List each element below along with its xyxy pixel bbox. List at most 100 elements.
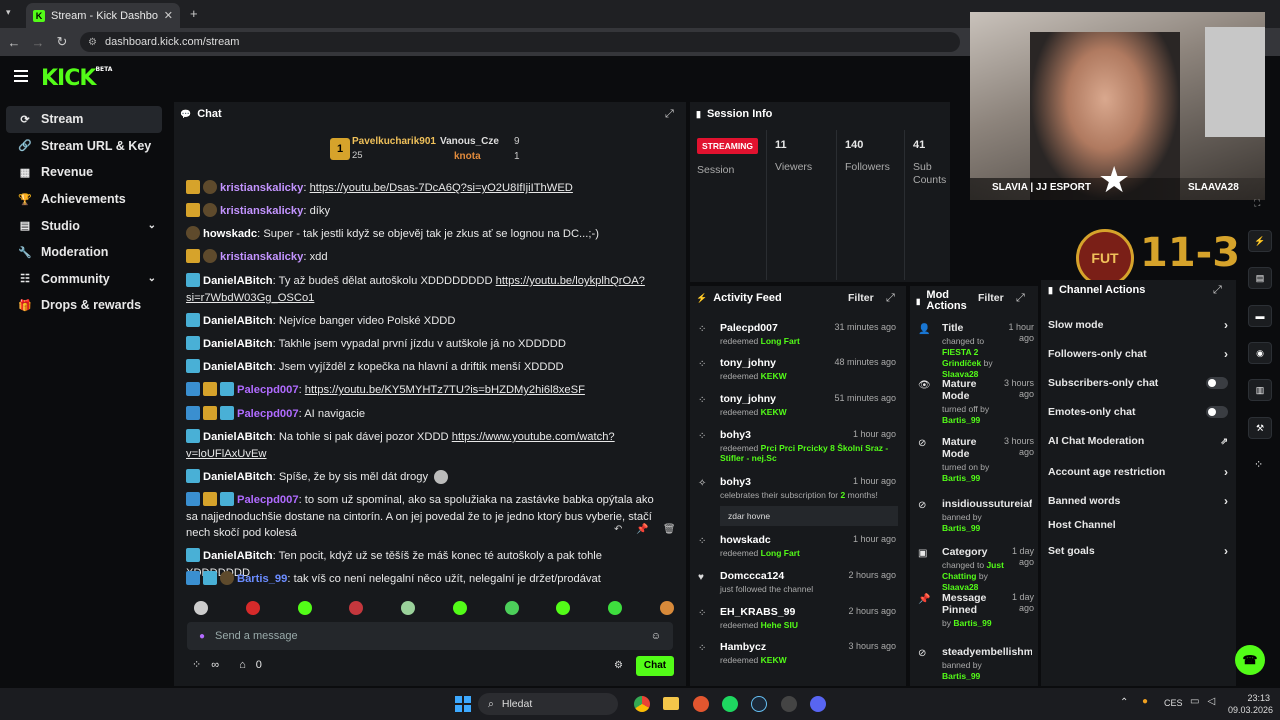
windows-start-icon[interactable]	[455, 696, 471, 712]
popout-icon[interactable]: ⤢	[886, 292, 895, 305]
leader-name-2[interactable]: Vanous_Cze	[440, 136, 499, 147]
steam-icon[interactable]	[751, 696, 767, 712]
chat-message-link[interactable]: https://youtu.be/KY5MYHTz7TU?is=bHZDMy2h…	[305, 384, 585, 396]
leader-name-1[interactable]: Pavelkucharik901	[352, 136, 436, 147]
channel-action-host-channel[interactable]: Host Channel	[1048, 519, 1228, 531]
emote-icon[interactable]	[452, 601, 467, 615]
sidebar-item-studio[interactable]: ▤ Studio ⌄	[6, 212, 162, 239]
new-tab-icon[interactable]: +	[190, 6, 198, 21]
sidebar-item-stream-url-key[interactable]: 🔗 Stream URL & Key	[6, 133, 162, 160]
chevron-right-icon[interactable]: ›	[1224, 544, 1228, 558]
chevron-right-icon[interactable]: ›	[1224, 494, 1228, 508]
support-button[interactable]: ☎	[1235, 645, 1265, 675]
channel-action-slow-mode[interactable]: Slow mode ›	[1048, 318, 1228, 332]
chrome-icon[interactable]	[634, 696, 650, 712]
emote-icon[interactable]	[401, 601, 416, 615]
activity-item[interactable]: ✧ bohy3 1 hour ago celebrates their subscri…	[698, 476, 902, 526]
delete-icon[interactable]: 🗑	[663, 524, 676, 535]
app-icon[interactable]	[693, 696, 709, 712]
emote-icon[interactable]	[194, 601, 208, 615]
fullscreen-icon[interactable]: ⛶	[1254, 198, 1260, 209]
mod-action-item[interactable]: 👁 Mature Mode 3 hours ago turned off by Bar…	[918, 378, 1036, 426]
emote-icon[interactable]	[297, 601, 312, 615]
activity-item[interactable]: ⁘ Palecpd007 31 minutes ago redeemed Long F…	[698, 322, 902, 346]
emote-icon[interactable]	[245, 601, 260, 615]
mod-action-item[interactable]: 👤 Title 1 hour ago changed to FIESTA 2 Grin…	[918, 322, 1036, 380]
chat-username[interactable]: Palecpd007	[237, 408, 299, 420]
mod-action-item[interactable]: 📌 Message Pinned 1 day ago by Bartis_99	[918, 592, 1036, 629]
activity-item[interactable]: ⁘ EH_KRABS_99 2 hours ago redeemed Hehe SIU	[698, 606, 902, 630]
emote-icon[interactable]	[556, 601, 571, 615]
mod-filter-button[interactable]: Filter	[978, 292, 1004, 304]
activity-item[interactable]: ⁘ bohy3 1 hour ago redeemed Prci Prci Prcic…	[698, 429, 902, 463]
mod-action-item[interactable]: ▣ Category 1 day ago changed to Just Chatti…	[918, 546, 1036, 593]
sidebar-item-drops-rewards[interactable]: 🎁 Drops & rewards	[6, 292, 162, 319]
activity-item[interactable]: ⁘ howskadc 1 hour ago redeemed Long Fart	[698, 534, 902, 558]
reload-icon[interactable]: ↻	[50, 34, 74, 50]
channel-action-banned-words[interactable]: Banned words ›	[1048, 494, 1228, 508]
sidebar-item-moderation[interactable]: 🔧 Moderation	[6, 239, 162, 266]
system-tray[interactable]: ▭ ◁	[1190, 696, 1215, 707]
emote-icon[interactable]	[608, 601, 623, 615]
emote-icon[interactable]	[659, 601, 674, 615]
channel-action-account-age-restriction[interactable]: Account age restriction ›	[1048, 465, 1228, 479]
panel-tool-icon[interactable]: ▥	[1248, 379, 1272, 401]
activity-filter-button[interactable]: Filter	[848, 292, 874, 304]
spotify-icon[interactable]	[722, 696, 738, 712]
microphone-icon[interactable]: ●	[199, 631, 205, 642]
microphone-tray-icon[interactable]: ●	[1142, 696, 1148, 707]
chat-username[interactable]: DanielABitch	[203, 431, 273, 443]
sidebar-item-stream[interactable]: ⟳ Stream	[6, 106, 162, 133]
chat-username[interactable]: DanielABitch	[203, 361, 273, 373]
chat-username[interactable]: Palecpd007	[237, 494, 299, 506]
forward-icon[interactable]: →	[26, 35, 50, 50]
chat-settings-icon[interactable]: ⚙	[614, 660, 623, 671]
channel-action-ai-chat-moderation[interactable]: AI Chat Moderation ⇗	[1048, 435, 1228, 447]
kick-logo[interactable]: KICKBETA	[41, 66, 112, 91]
tab-list-icon[interactable]: ▾	[6, 7, 11, 18]
external-link-icon[interactable]: ⇗	[1220, 436, 1228, 447]
mod-action-item[interactable]: ⊘ steadyembellishme banned by Bartis_99	[918, 646, 1036, 682]
emote-icon[interactable]	[349, 601, 364, 615]
chat-username[interactable]: DanielABitch	[203, 275, 273, 287]
popout-icon[interactable]: ⤢	[665, 108, 674, 121]
chat-username[interactable]: DanielABitch	[203, 315, 273, 327]
points-icon[interactable]: ⁘	[192, 658, 201, 671]
chat-username[interactable]: DanielABitch	[203, 338, 273, 350]
language-indicator[interactable]: CES	[1164, 698, 1183, 708]
site-info-icon[interactable]: ⚙	[88, 37, 97, 48]
network-icon[interactable]: ▭	[1190, 696, 1199, 707]
chat-username[interactable]: Palecpd007	[237, 384, 299, 396]
leader-name-3[interactable]: knota	[454, 151, 481, 162]
back-icon[interactable]: ←	[2, 35, 26, 50]
mod-action-item[interactable]: ⊘ insidioussutureiafk banned by Bartis_99	[918, 498, 1036, 534]
close-tab-icon[interactable]: ✕	[164, 9, 173, 22]
activity-item[interactable]: ⁘ tony_johny 51 minutes ago redeemed KEKW	[698, 393, 902, 417]
clock[interactable]: 23:13 09.03.2026	[1228, 692, 1273, 716]
chat-username[interactable]: DanielABitch	[203, 550, 273, 562]
activity-item[interactable]: ♥ Domccca124 2 hours ago just followed the …	[698, 570, 902, 594]
more-tool-icon[interactable]: ⁘	[1254, 458, 1263, 471]
store-icon[interactable]: ⌂	[239, 659, 246, 671]
popout-icon[interactable]: ⤢	[1016, 292, 1025, 305]
chat-send-button[interactable]: Chat	[636, 656, 674, 676]
channel-action-subscribers-only-chat[interactable]: Subscribers-only chat	[1048, 377, 1228, 389]
popout-icon[interactable]: ⤢	[1213, 284, 1222, 297]
channel-action-set-goals[interactable]: Set goals ›	[1048, 544, 1228, 558]
chat-message-link[interactable]: https://youtu.be/Dsas-7DcA6Q?si=yO2U8IfI…	[310, 182, 573, 194]
folder-icon[interactable]	[663, 697, 679, 710]
tray-chevron-icon[interactable]: ⌃	[1120, 697, 1128, 708]
chat-tool-icon[interactable]: ▬	[1248, 305, 1272, 327]
activity-item[interactable]: ⁘ tony_johny 48 minutes ago redeemed KEKW	[698, 357, 902, 381]
wrench-tool-icon[interactable]: ⚒	[1248, 417, 1272, 439]
lightning-tool-icon[interactable]: ⚡	[1248, 230, 1272, 252]
chat-username[interactable]: kristianskalicky	[220, 182, 303, 194]
broadcast-tool-icon[interactable]: ◉	[1248, 342, 1272, 364]
volume-icon[interactable]: ◁	[1207, 696, 1215, 707]
chevron-down-icon[interactable]: ⌄	[148, 273, 156, 284]
discord-icon[interactable]	[810, 696, 826, 712]
sidebar-item-community[interactable]: ☷ Community ⌄	[6, 266, 162, 293]
address-bar[interactable]: ⚙ dashboard.kick.com/stream	[80, 32, 960, 52]
toggle-switch[interactable]	[1206, 377, 1228, 389]
sidebar-item-revenue[interactable]: ▦ Revenue	[6, 159, 162, 186]
